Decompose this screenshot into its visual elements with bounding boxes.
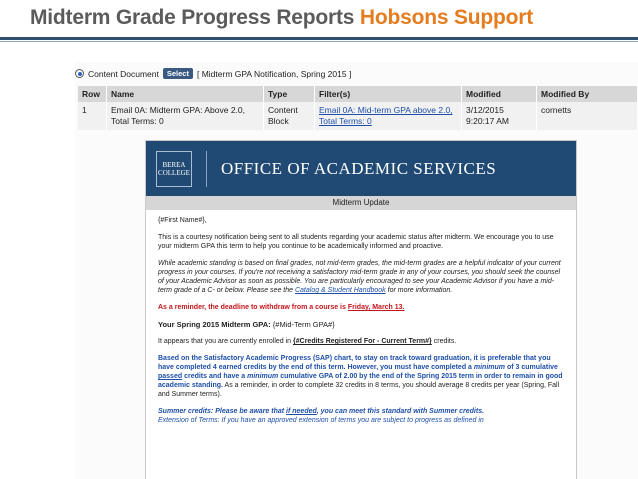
enrolled-line: It appears that you are currently enroll… xyxy=(158,337,564,346)
gpa-value: {#Mid-Term GPA#} xyxy=(272,320,335,329)
filter-link-line2[interactable]: Total Terms: 0 xyxy=(319,116,372,126)
selected-document: [ Midterm GPA Notification, Spring 2015 … xyxy=(196,68,352,79)
catalog-handbook-link[interactable]: Catalog & Student Handbook xyxy=(295,287,386,294)
extension-line: Extension of Terms: If you have an appro… xyxy=(158,417,484,424)
office-title: OFFICE OF ACADEMIC SERVICES xyxy=(221,158,497,178)
sap-passed: passed xyxy=(158,373,183,380)
content-document-row: Content Document Select [ Midterm GPA No… xyxy=(75,68,351,79)
sap-c: credits and have a xyxy=(184,373,246,380)
sap-min1: minimum xyxy=(473,364,506,371)
header-divider xyxy=(206,150,207,187)
summer-b: , you can meet this standard with Summer… xyxy=(316,408,485,415)
reminder-date: Friday, March 13. xyxy=(347,304,405,311)
sap-min2: minimum xyxy=(247,373,279,380)
logo-line2: COLLEGE xyxy=(158,168,190,177)
filter-link-line1[interactable]: Email 0A: Mid-term GPA above 2.0, xyxy=(319,105,453,115)
enrolled-text: It appears that you are currently enroll… xyxy=(158,338,292,345)
cell-type: Content Block xyxy=(263,102,315,130)
slide-title-text: Midterm Grade Progress Reports xyxy=(30,6,355,29)
enrolled-end: credits. xyxy=(433,338,457,345)
gpa-line: Your Spring 2015 Midterm GPA: {#Mid-Term… xyxy=(158,320,564,329)
cell-modified-by: cornetts xyxy=(536,102,638,130)
summer-a: Please be aware that xyxy=(215,408,285,415)
cell-filters: Email 0A: Mid-term GPA above 2.0, Total T… xyxy=(314,102,462,130)
email-body: {#First Name#}, This is a courtesy notif… xyxy=(146,210,576,425)
cell-type-line1: Content xyxy=(268,105,298,115)
summer-label: Summer credits: xyxy=(158,408,214,415)
screenshot-panel: Content Document Select [ Midterm GPA No… xyxy=(75,62,638,479)
table-header-row: Row Name Type Filter(s) Modified Modifie… xyxy=(78,86,638,102)
para-standing: While academic standing is based on fina… xyxy=(158,259,564,295)
brand-label: Hobsons Support xyxy=(359,6,534,29)
cell-modified-time: 9:20:17 AM xyxy=(466,116,510,126)
enrolled-credits: {#Credits Registered For - Current Term#… xyxy=(293,338,432,345)
cell-modified-date: 3/12/2015 xyxy=(466,105,504,115)
sap-b: of 3 cumulative xyxy=(506,364,558,371)
summer-line: Summer credits: Please be aware that if … xyxy=(158,407,564,425)
content-document-label: Content Document xyxy=(88,68,159,79)
para-standing-end: for more information. xyxy=(387,287,453,294)
update-bar: Midterm Update xyxy=(146,196,576,210)
header-filters: Filter(s) xyxy=(314,86,462,102)
title-rule-thin xyxy=(0,41,638,42)
withdraw-reminder: As a reminder, the deadline to withdraw … xyxy=(158,303,564,312)
cell-name-line2: Total Terms: 0 xyxy=(111,116,164,126)
cell-name: Email 0A: Midterm GPA: Above 2.0, Total T… xyxy=(106,102,264,130)
sap-paragraph: Based on the Satisfactory Academic Progr… xyxy=(158,354,564,399)
content-block-table: Row Name Type Filter(s) Modified Modifie… xyxy=(78,86,638,130)
cell-name-line1: Email 0A: Midterm GPA: Above 2.0, xyxy=(111,105,246,115)
header-modified-by: Modified By xyxy=(536,86,638,102)
greeting: {#First Name#}, xyxy=(158,217,207,224)
email-header: BEREA COLLEGE OFFICE OF ACADEMIC SERVICE… xyxy=(146,141,576,196)
summer-ifneeded: if needed xyxy=(286,408,317,415)
cell-row-num: 1 xyxy=(78,102,107,130)
title-rule xyxy=(0,37,638,40)
header-row: Row xyxy=(78,86,107,102)
select-button[interactable]: Select xyxy=(162,68,193,79)
reminder-text: As a reminder, the deadline to withdraw … xyxy=(158,304,346,311)
table-row[interactable]: 1 Email 0A: Midterm GPA: Above 2.0, Total… xyxy=(78,102,638,130)
content-document-radio[interactable] xyxy=(75,69,84,78)
cell-type-line2: Block xyxy=(268,116,289,126)
para-courtesy: This is a courtesy notification being se… xyxy=(158,234,554,250)
logo-line1: BEREA xyxy=(162,160,186,169)
email-preview: BEREA COLLEGE OFFICE OF ACADEMIC SERVICE… xyxy=(145,140,577,479)
berea-college-logo: BEREA COLLEGE xyxy=(156,150,192,187)
header-modified: Modified xyxy=(461,86,537,102)
header-name: Name xyxy=(106,86,264,102)
header-type: Type xyxy=(263,86,315,102)
gpa-label: Your Spring 2015 Midterm GPA: xyxy=(158,320,271,329)
cell-modified: 3/12/2015 9:20:17 AM xyxy=(461,102,537,130)
slide-title: Midterm Grade Progress Reports Hobsons S… xyxy=(30,6,533,30)
